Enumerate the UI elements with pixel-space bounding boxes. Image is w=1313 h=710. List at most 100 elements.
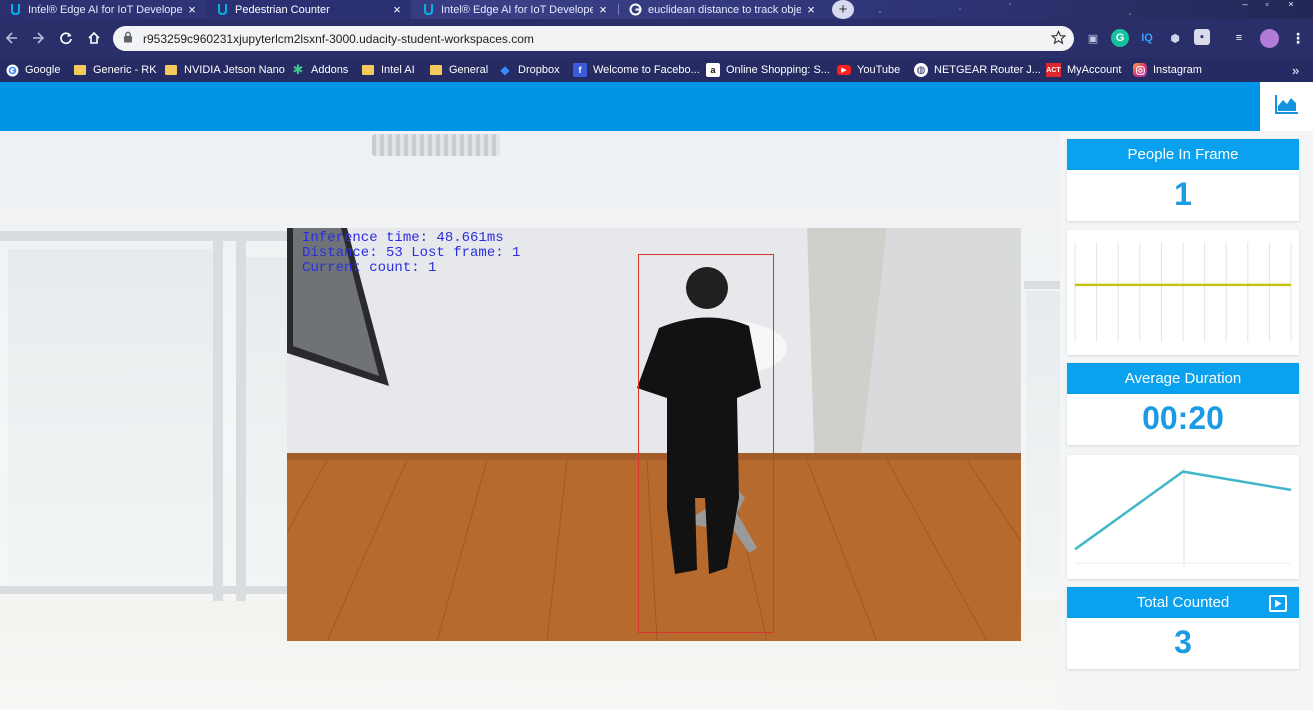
- bookmark-addons[interactable]: ✱ Addons: [291, 61, 349, 79]
- bookmark-label: YouTube: [857, 64, 901, 76]
- back-icon[interactable]: [2, 28, 22, 48]
- instagram-icon: [1133, 63, 1147, 77]
- page-icon[interactable]: ▪: [1194, 29, 1210, 45]
- average-duration-card: Average Duration 00:20: [1067, 363, 1299, 445]
- detection-bounding-box: [638, 254, 774, 633]
- new-tab-button[interactable]: +: [832, 0, 854, 19]
- ceiling-vent: [372, 134, 500, 156]
- bookmark-label: NVIDIA Jetson Nano: [184, 64, 285, 76]
- people-in-frame-value: 1: [1174, 176, 1192, 212]
- window-frame: [213, 241, 223, 601]
- window-frame: [0, 231, 290, 241]
- reload-icon[interactable]: [56, 28, 76, 48]
- bookmark-facebook[interactable]: f Welcome to Facebo...: [573, 61, 700, 79]
- tab-pedestrian-counter[interactable]: Pedestrian Counter ×: [207, 0, 411, 19]
- udacity-icon: [8, 3, 22, 17]
- google-icon: [5, 63, 19, 77]
- address-bar[interactable]: r953259c960231xjupyterlcm2lsxnf-3000.uda…: [113, 26, 1074, 51]
- duration-series-line: [1074, 470, 1292, 551]
- bookmark-label: General: [449, 64, 489, 76]
- globe-icon: ◍: [914, 63, 928, 77]
- bookmark-label: NETGEAR Router J...: [934, 64, 1041, 76]
- bookmark-instagram[interactable]: Instagram: [1133, 61, 1202, 79]
- forward-icon[interactable]: [28, 28, 48, 48]
- bookmark-dropbox[interactable]: ◆ Dropbox: [498, 61, 560, 79]
- lock-icon: [123, 31, 133, 46]
- distance-text: Distance: 53 Lost frame: 1: [302, 245, 521, 261]
- bookmark-youtube[interactable]: ▶ YouTube: [837, 61, 900, 79]
- bookmarks-overflow-button[interactable]: »: [1292, 61, 1299, 79]
- browser-tab-strip: Intel® Edge AI for IoT Developers × Pede…: [0, 0, 1313, 19]
- tab-title: euclidean distance to track objects: [648, 3, 801, 16]
- people-chart: [1074, 242, 1292, 342]
- close-icon[interactable]: ×: [391, 2, 403, 17]
- bookmark-folder-jetson[interactable]: NVIDIA Jetson Nano: [164, 61, 285, 79]
- shield-icon[interactable]: ⬢: [1166, 29, 1184, 47]
- tab-title: Intel® Edge AI for IoT Developers: [441, 3, 593, 16]
- total-counted-label: Total Counted: [1136, 594, 1230, 611]
- folder-icon: [429, 63, 443, 77]
- grammarly-icon[interactable]: G: [1111, 29, 1129, 47]
- bookmark-myaccount[interactable]: ACT MyAccount: [1046, 61, 1121, 79]
- bookmark-label: Dropbox: [518, 64, 560, 76]
- tab-intel-edge-ai-1[interactable]: Intel® Edge AI for IoT Developers ×: [0, 0, 206, 19]
- bookmark-amazon[interactable]: a Online Shopping: S...: [706, 61, 830, 79]
- bookmark-folder-general[interactable]: General: [429, 61, 488, 79]
- restore-icon[interactable]: ▫: [1257, 0, 1277, 9]
- bookmark-google[interactable]: Google: [5, 61, 60, 79]
- folder-icon: [361, 63, 375, 77]
- udacity-icon: [421, 3, 435, 17]
- people-chart-grid: [1074, 242, 1292, 342]
- menu-icon[interactable]: ⋮: [1289, 29, 1307, 47]
- app-header: [0, 82, 1313, 131]
- total-counted-card: Total Counted 3: [1067, 587, 1299, 669]
- bookmark-label: Welcome to Facebo...: [593, 64, 700, 76]
- puzzle-icon: ✱: [292, 62, 304, 77]
- avatar[interactable]: [1260, 29, 1279, 48]
- tab-title: Pedestrian Counter: [235, 3, 330, 16]
- home-icon[interactable]: [84, 28, 104, 48]
- bookmark-label: Intel AI: [381, 64, 415, 76]
- browser-toolbar: r953259c960231xjupyterlcm2lsxnf-3000.uda…: [0, 19, 1313, 58]
- total-counted-header: Total Counted: [1067, 587, 1299, 618]
- star-icon[interactable]: [1050, 30, 1067, 48]
- bookmark-netgear[interactable]: ◍ NETGEAR Router J...: [914, 61, 1041, 79]
- window-frame: [1024, 281, 1060, 289]
- inference-time-text: Inference time: 48.661ms: [302, 230, 504, 246]
- bookmark-label: Generic - RK: [93, 64, 157, 76]
- video-feed: Inference time: 48.661ms Distance: 53 Lo…: [287, 228, 1021, 641]
- bookmark-label: Online Shopping: S...: [726, 64, 830, 76]
- iq-icon[interactable]: IQ: [1138, 29, 1156, 47]
- close-icon[interactable]: ×: [186, 2, 198, 17]
- play-icon[interactable]: [1269, 595, 1287, 612]
- media-icon[interactable]: ≡: [1230, 29, 1248, 47]
- duration-chart-card: [1067, 455, 1299, 579]
- window-pane: [8, 249, 213, 589]
- url-text: r953259c960231xjupyterlcm2lsxnf-3000.uda…: [143, 31, 534, 46]
- duration-chart: [1074, 467, 1292, 567]
- folder-icon: [164, 63, 178, 77]
- minimize-icon[interactable]: –: [1235, 0, 1255, 9]
- bookmark-folder-generic[interactable]: Generic - RK: [73, 61, 157, 79]
- current-count-text: Current count: 1: [302, 260, 437, 276]
- window-frame: [236, 241, 246, 601]
- close-window-icon[interactable]: ×: [1281, 0, 1301, 9]
- close-icon[interactable]: ×: [597, 2, 609, 17]
- bookmark-folder-intel-ai[interactable]: Intel AI: [361, 61, 415, 79]
- average-duration-label: Average Duration: [1067, 363, 1299, 394]
- close-icon[interactable]: ×: [805, 2, 817, 17]
- bookmark-label: Instagram: [1153, 64, 1202, 76]
- tab-intel-edge-ai-2[interactable]: Intel® Edge AI for IoT Developers ×: [413, 0, 617, 19]
- facebook-icon: f: [573, 63, 587, 77]
- bookmarks-bar: Google Generic - RK NVIDIA Jetson Nano ✱…: [0, 58, 1313, 82]
- extension-icon[interactable]: ▣: [1084, 29, 1102, 47]
- folder-icon: [73, 63, 87, 77]
- google-icon: [628, 3, 642, 17]
- youtube-icon: ▶: [837, 65, 851, 75]
- chart-toggle-button[interactable]: [1260, 82, 1313, 131]
- area-chart-icon: [1274, 94, 1299, 119]
- bookmark-label: Addons: [311, 64, 349, 76]
- tab-euclidean-distance[interactable]: euclidean distance to track objects ×: [620, 0, 825, 19]
- average-duration-value: 00:20: [1142, 400, 1224, 436]
- total-counted-value: 3: [1174, 624, 1192, 660]
